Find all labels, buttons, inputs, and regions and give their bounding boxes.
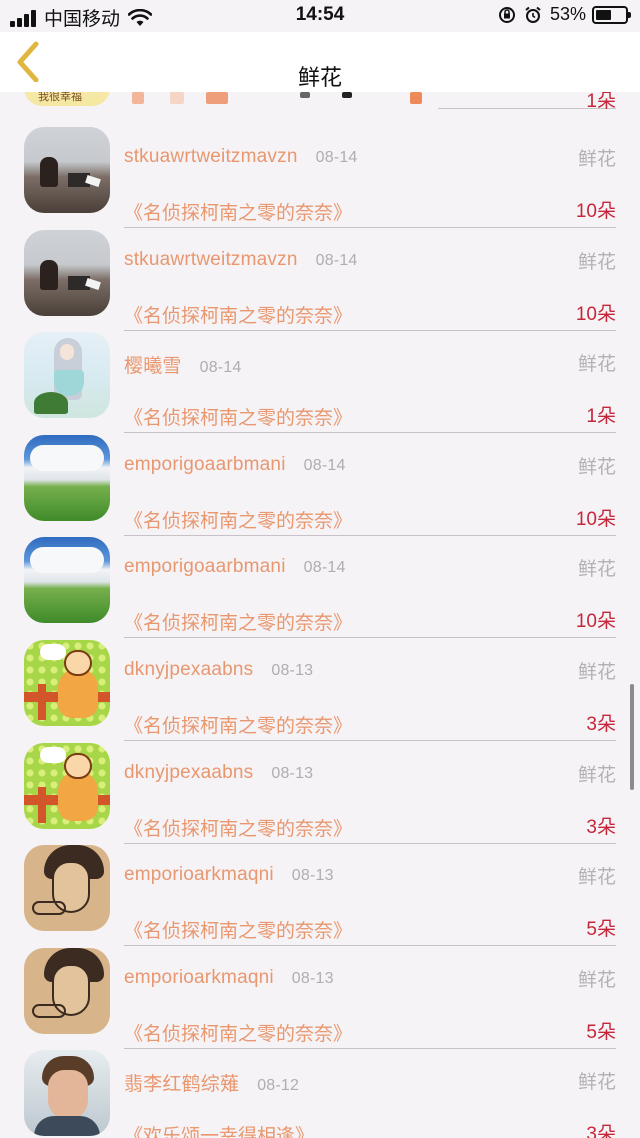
sender-name[interactable]: emporigoaarbmani 08-14 (124, 454, 346, 476)
sender-name-text: emporigoaarbmani (124, 556, 286, 578)
navigation-bar: 鲜花 (0, 32, 640, 92)
page-title: 鲜花 (297, 65, 342, 90)
gift-date: 08-13 (271, 764, 314, 782)
avatar[interactable] (24, 845, 110, 932)
avatar[interactable] (24, 434, 110, 521)
sender-name[interactable]: 翡李红鹤综薙 08-12 (124, 1069, 299, 1096)
gift-type: 鲜花 (577, 661, 616, 683)
gift-date: 08-14 (199, 359, 242, 377)
status-right: 53% (498, 4, 631, 25)
blurred-text (300, 92, 310, 98)
sender-name-text: emporioarkmaqni (124, 966, 274, 988)
list-item[interactable]: emporigoaarbmani 08-14 鲜花 《名侦探柯南之零的奈奈》 10朵 (0, 422, 640, 536)
gift-date: 08-14 (303, 559, 346, 577)
avatar: 我很幸福 (24, 92, 110, 106)
battery-percent: 53% (549, 4, 586, 24)
battery-icon (592, 5, 631, 24)
scrollbar[interactable] (630, 684, 634, 790)
battery-fill (596, 9, 611, 20)
sender-name-text: dknyjpexaabns (124, 658, 254, 680)
sender-name[interactable]: 樱曦雪 08-14 (124, 351, 242, 378)
sender-name-text: 翡李红鹤综薙 (124, 1074, 240, 1096)
gift-type: 鲜花 (577, 559, 616, 581)
gift-date: 08-12 (257, 1077, 300, 1095)
gift-date: 08-13 (291, 867, 334, 885)
list-item[interactable]: dknyjpexaabns 08-13 鲜花 《名侦探柯南之零的奈奈》 3朵 (0, 627, 640, 741)
avatar[interactable] (24, 639, 110, 726)
avatar[interactable] (24, 742, 110, 829)
gift-type: 鲜花 (577, 456, 616, 478)
sender-name-text: dknyjpexaabns (124, 761, 254, 783)
sender-name[interactable]: stkuawrtweitzmavzn 08-14 (124, 146, 358, 168)
status-bar: 中国移动 14:54 53% (0, 0, 640, 32)
sender-name[interactable]: dknyjpexaabns 08-13 (124, 762, 313, 784)
avatar[interactable] (24, 229, 110, 316)
blurred-text (342, 92, 352, 98)
list-item[interactable]: 翡李红鹤综薙 08-12 鲜花《欢乐颂一幸得相逢》 3朵 (0, 1037, 640, 1138)
list-item[interactable]: emporioarkmaqni 08-13 鲜花 《名侦探柯南之零的奈奈》 5朵 (0, 832, 640, 947)
blurred-text (410, 92, 422, 104)
avatar-caption: 我很幸福 (38, 92, 82, 103)
sender-name[interactable]: dknyjpexaabns 08-13 (124, 659, 313, 681)
sender-name[interactable]: emporioarkmaqni 08-13 (124, 864, 334, 886)
list-item[interactable]: stkuawrtweitzmavzn 08-14 鲜花 《名侦探柯南之零的奈奈》 10朵 (0, 114, 640, 228)
sender-name-text: stkuawrtweitzmavzn (124, 248, 298, 270)
gift-type: 鲜花 (577, 867, 616, 889)
avatar[interactable] (24, 332, 110, 419)
avatar[interactable] (24, 537, 110, 624)
blurred-text (170, 92, 184, 104)
gift-type: 鲜花 (577, 354, 616, 376)
sender-name-text: emporioarkmaqni (124, 864, 274, 886)
blurred-text (206, 92, 228, 104)
avatar[interactable] (24, 1050, 110, 1137)
gift-type: 鲜花 (577, 1072, 616, 1094)
gift-count: 1朵 (586, 92, 616, 112)
list-rows: stkuawrtweitzmavzn 08-14 鲜花 《名侦探柯南之零的奈奈》 10朵… (0, 114, 640, 1138)
gift-type: 鲜花 (577, 969, 616, 991)
gift-type: 鲜花 (577, 764, 616, 786)
gift-date: 08-13 (291, 969, 334, 987)
gift-list[interactable]: 我很幸福 1朵 stkuawrtweitzmavzn 08-14 鲜花 《名侦探柯南之… (0, 92, 640, 1138)
list-item[interactable]: 樱曦雪 08-14 鲜花 《名侦探柯南之零的奈奈》 1朵 (0, 319, 640, 434)
sender-name-text: stkuawrtweitzmavzn (124, 146, 298, 167)
list-item[interactable]: stkuawrtweitzmavzn 08-14 鲜花 《名侦探柯南之零的奈奈》 10朵 (0, 217, 640, 331)
avatar[interactable] (24, 947, 110, 1034)
list-item[interactable]: emporioarkmaqni 08-13 鲜花 《名侦探柯南之零的奈奈》 5朵 (0, 935, 640, 1049)
gift-type: 鲜花 (577, 149, 616, 170)
orientation-lock-icon (498, 6, 515, 23)
sender-name[interactable]: emporioarkmaqni 08-13 (124, 967, 334, 989)
gift-date: 08-14 (315, 251, 358, 269)
blurred-text (132, 92, 144, 104)
gift-date: 08-14 (315, 149, 358, 166)
sender-name-text: emporigoaarbmani (124, 453, 286, 475)
gift-count: 3朵 (586, 1124, 616, 1138)
sender-name[interactable]: emporigoaarbmani 08-14 (124, 556, 346, 578)
book-title-link[interactable]: 《欢乐颂一幸得相逢》 (124, 1121, 314, 1138)
list-item-partial[interactable]: 我很幸福 1朵 (0, 92, 640, 114)
avatar[interactable] (24, 127, 110, 213)
sender-name-text: 樱曦雪 (124, 356, 182, 378)
gift-type: 鲜花 (577, 251, 616, 273)
list-item[interactable]: dknyjpexaabns 08-13 鲜花 《名侦探柯南之零的奈奈》 3朵 (0, 730, 640, 844)
alarm-icon (525, 6, 541, 23)
gift-date: 08-13 (271, 661, 314, 679)
list-item[interactable]: emporigoaarbmani 08-14 鲜花 《名侦探柯南之零的奈奈》 10朵 (0, 524, 640, 639)
sender-name[interactable]: stkuawrtweitzmavzn 08-14 (124, 249, 358, 271)
gift-date: 08-14 (303, 456, 346, 474)
